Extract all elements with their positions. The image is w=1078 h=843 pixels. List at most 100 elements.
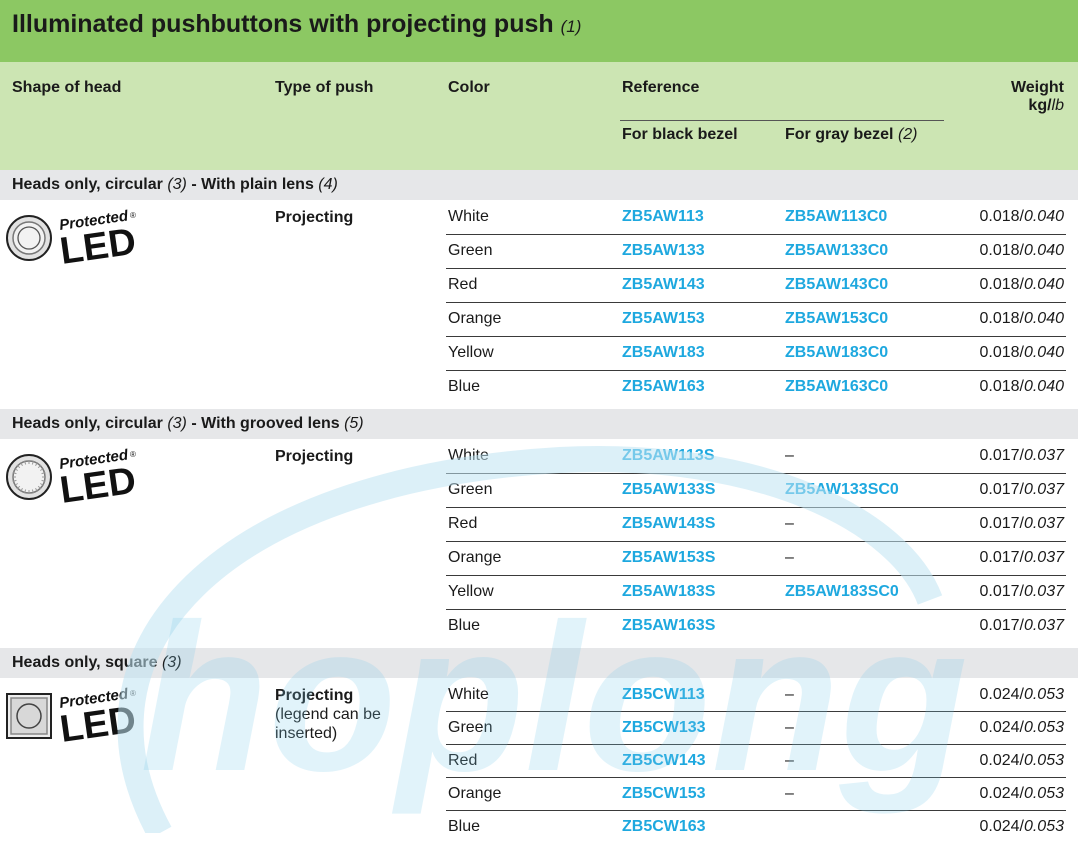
color-cell: Orange xyxy=(448,310,502,327)
black-bezel-ref[interactable]: ZB5AW143 xyxy=(622,276,705,294)
table-row: Orange ZB5CW153 – 0.024/0.053 xyxy=(0,777,1078,810)
black-bezel-ref[interactable]: ZB5AW183S xyxy=(622,583,715,601)
weight-cell: 0.018/0.040 xyxy=(979,276,1064,294)
color-cell: Orange xyxy=(448,549,502,566)
table-row: Red ZB5AW143S – 0.017/0.037 xyxy=(0,507,1078,541)
weight-kg: 0.018/ xyxy=(979,378,1024,395)
weight-kg: 0.017/ xyxy=(979,617,1024,634)
black-bezel-ref[interactable]: ZB5AW153 xyxy=(622,310,705,328)
color-cell: Red xyxy=(448,752,478,769)
weight-cell: 0.017/0.037 xyxy=(979,583,1064,601)
weight-cell: 0.024/0.053 xyxy=(979,719,1064,737)
table-row: Orange ZB5AW153 ZB5AW153C0 0.018/0.040 xyxy=(0,302,1078,336)
weight-cell: 0.018/0.040 xyxy=(979,378,1064,396)
color-cell: Red xyxy=(448,515,478,532)
header-weight: Weight kg/lb xyxy=(1011,79,1064,115)
section-note: (4) xyxy=(318,176,338,193)
column-header xyxy=(0,62,1078,170)
weight-cell: 0.024/0.053 xyxy=(979,686,1064,704)
weight-lb: 0.037 xyxy=(1023,549,1064,566)
gray-bezel-ref[interactable]: ZB5AW133SC0 xyxy=(785,481,899,499)
weight-cell: 0.017/0.037 xyxy=(979,481,1064,499)
gray-bezel-ref: – xyxy=(785,719,794,736)
weight-kg: 0.017/ xyxy=(979,549,1024,566)
black-bezel-ref[interactable]: ZB5CW153 xyxy=(622,785,706,803)
weight-kg: 0.018/ xyxy=(979,276,1024,293)
weight-lb: 0.053 xyxy=(1023,785,1064,802)
table-row: Red ZB5AW143 ZB5AW143C0 0.018/0.040 xyxy=(0,268,1078,302)
header-gray-bezel: For gray bezel (2) xyxy=(785,126,918,143)
black-bezel-ref[interactable]: ZB5CW163 xyxy=(622,818,706,836)
table-row: Orange ZB5AW153S – 0.017/0.037 xyxy=(0,541,1078,575)
row-divider xyxy=(446,609,1066,610)
weight-cell: 0.018/0.040 xyxy=(979,310,1064,328)
table-row: White ZB5CW113 – 0.024/0.053 xyxy=(0,678,1078,711)
row-divider xyxy=(446,541,1066,542)
header-reference: Reference xyxy=(622,79,700,96)
row-divider xyxy=(446,234,1066,235)
section-header: Heads only, square (3) xyxy=(0,648,1078,678)
black-bezel-ref[interactable]: ZB5AW163S xyxy=(622,617,715,635)
gray-bezel-ref[interactable]: ZB5AW183C0 xyxy=(785,344,888,362)
gray-bezel-ref[interactable]: ZB5AW143C0 xyxy=(785,276,888,294)
weight-lb: 0.053 xyxy=(1023,719,1064,736)
weight-kg: 0.017/ xyxy=(979,583,1024,600)
weight-cell: 0.018/0.040 xyxy=(979,242,1064,260)
gray-bezel-ref[interactable]: ZB5AW113C0 xyxy=(785,208,887,226)
gray-bezel-ref[interactable]: ZB5AW183SC0 xyxy=(785,583,899,601)
weight-kg: 0.017/ xyxy=(979,481,1024,498)
black-bezel-ref[interactable]: ZB5AW133S xyxy=(622,481,715,499)
gray-bezel-ref: – xyxy=(785,515,794,532)
weight-kg: 0.024/ xyxy=(979,686,1024,703)
weight-lb: 0.037 xyxy=(1023,515,1064,532)
black-bezel-ref[interactable]: ZB5AW153S xyxy=(622,549,715,567)
weight-lb: 0.037 xyxy=(1023,583,1064,600)
gray-bezel-ref: – xyxy=(785,447,794,464)
section-title-lens: - With plain lens xyxy=(191,176,319,193)
color-cell: Blue xyxy=(448,378,481,395)
table-row: Blue ZB5AW163S 0.017/0.037 xyxy=(0,609,1078,643)
section-header: Heads only, circular (3) - With plain le… xyxy=(0,170,1078,200)
weight-lb: 0.053 xyxy=(1023,818,1064,835)
weight-cell: 0.017/0.037 xyxy=(979,447,1064,465)
gray-bezel-ref[interactable]: ZB5AW163C0 xyxy=(785,378,888,396)
weight-lb: 0.040 xyxy=(1023,310,1064,327)
gray-bezel-ref[interactable]: ZB5AW153C0 xyxy=(785,310,888,328)
weight-lb: 0.037 xyxy=(1023,617,1064,634)
color-cell: Green xyxy=(448,481,493,498)
gray-bezel-ref[interactable]: ZB5AW133C0 xyxy=(785,242,888,260)
row-divider xyxy=(446,507,1066,508)
weight-lb: 0.053 xyxy=(1023,686,1064,703)
weight-cell: 0.024/0.053 xyxy=(979,785,1064,803)
reference-divider xyxy=(620,120,944,121)
section-note: (5) xyxy=(344,415,364,432)
black-bezel-ref[interactable]: ZB5AW113 xyxy=(622,208,704,226)
header-black-bezel: For black bezel xyxy=(622,126,738,143)
section-title: Heads only, circular (3) - With plain le… xyxy=(12,176,338,194)
black-bezel-ref[interactable]: ZB5AW163 xyxy=(622,378,705,396)
black-bezel-ref[interactable]: ZB5CW113 xyxy=(622,686,705,704)
title-note: (1) xyxy=(560,17,582,36)
table-row: Blue ZB5AW163 ZB5AW163C0 0.018/0.040 xyxy=(0,370,1078,404)
gray-bezel-ref: – xyxy=(785,785,794,802)
black-bezel-ref[interactable]: ZB5CW133 xyxy=(622,719,706,737)
row-divider xyxy=(446,575,1066,576)
black-bezel-ref[interactable]: ZB5AW143S xyxy=(622,515,715,533)
row-divider xyxy=(446,810,1066,811)
weight-lb: 0.040 xyxy=(1023,276,1064,293)
black-bezel-ref[interactable]: ZB5AW183 xyxy=(622,344,705,362)
page-title: Illuminated pushbuttons with projecting … xyxy=(12,10,581,39)
weight-lb: 0.040 xyxy=(1023,344,1064,361)
row-divider xyxy=(446,336,1066,337)
table-row: Yellow ZB5AW183 ZB5AW183C0 0.018/0.040 xyxy=(0,336,1078,370)
weight-kg: 0.017/ xyxy=(979,515,1024,532)
color-cell: Yellow xyxy=(448,344,494,361)
black-bezel-ref[interactable]: ZB5AW113S xyxy=(622,447,714,465)
row-divider xyxy=(446,711,1066,712)
section-title-main: Heads only, circular xyxy=(12,415,163,432)
gray-bezel-ref: – xyxy=(785,549,794,566)
weight-kg: 0.018/ xyxy=(979,242,1024,259)
black-bezel-ref[interactable]: ZB5AW133 xyxy=(622,242,705,260)
gray-bezel-ref: – xyxy=(785,752,794,769)
black-bezel-ref[interactable]: ZB5CW143 xyxy=(622,752,706,770)
